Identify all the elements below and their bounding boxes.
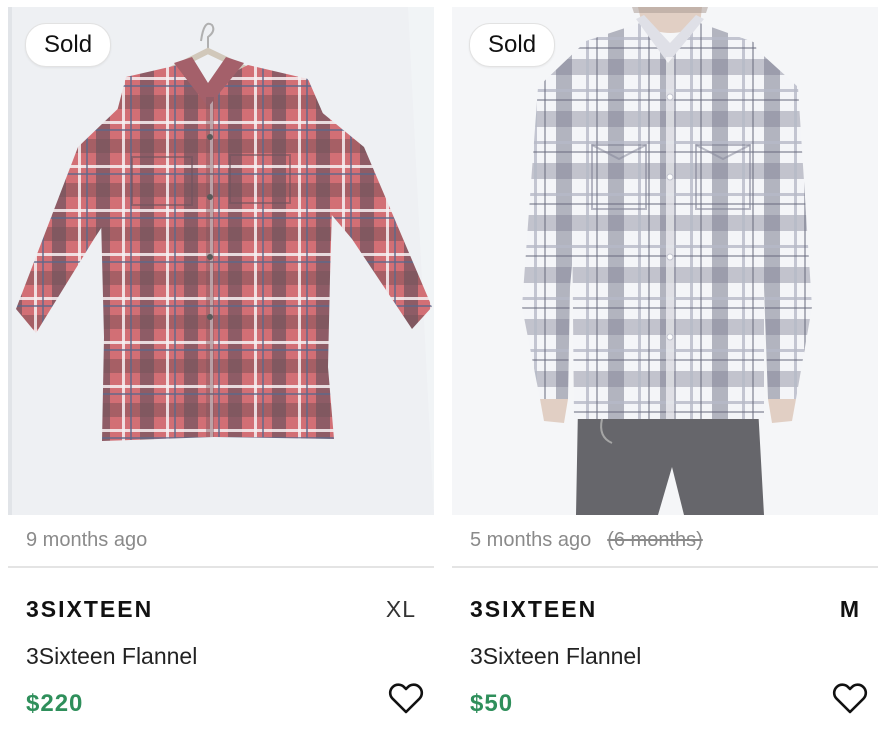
listing-title[interactable]: 3Sixteen Flannel: [470, 643, 641, 670]
price: $50: [470, 690, 514, 717]
listing-age: 5 months ago (6 months): [470, 529, 703, 552]
product-image[interactable]: Sold: [8, 7, 434, 515]
divider: [452, 566, 878, 568]
listing-age: 9 months ago: [26, 529, 147, 552]
original-time-ago: (6 months): [607, 529, 703, 551]
heart-outline-icon[interactable]: [832, 681, 868, 715]
size-label: XL: [385, 596, 416, 622]
size-label: M: [839, 596, 860, 622]
heart-outline-icon[interactable]: [388, 681, 424, 715]
listing-card[interactable]: Sold 9 months ago 3SIXTEEN XL 3Sixteen F…: [8, 7, 434, 734]
sold-badge: Sold: [469, 23, 556, 67]
product-image[interactable]: Sold: [452, 7, 878, 515]
divider: [8, 566, 434, 568]
sold-badge: Sold: [25, 23, 112, 67]
brand-name[interactable]: 3SIXTEEN: [470, 596, 597, 623]
time-ago: 9 months ago: [26, 529, 148, 551]
price: $220: [26, 690, 84, 717]
brand-name[interactable]: 3SIXTEEN: [26, 596, 153, 623]
listing-title[interactable]: 3Sixteen Flannel: [26, 643, 197, 670]
time-ago: 5 months ago: [470, 529, 592, 551]
listing-card[interactable]: Sold 5 months ago (6 months) 3SIXTEEN M 3…: [452, 7, 878, 734]
